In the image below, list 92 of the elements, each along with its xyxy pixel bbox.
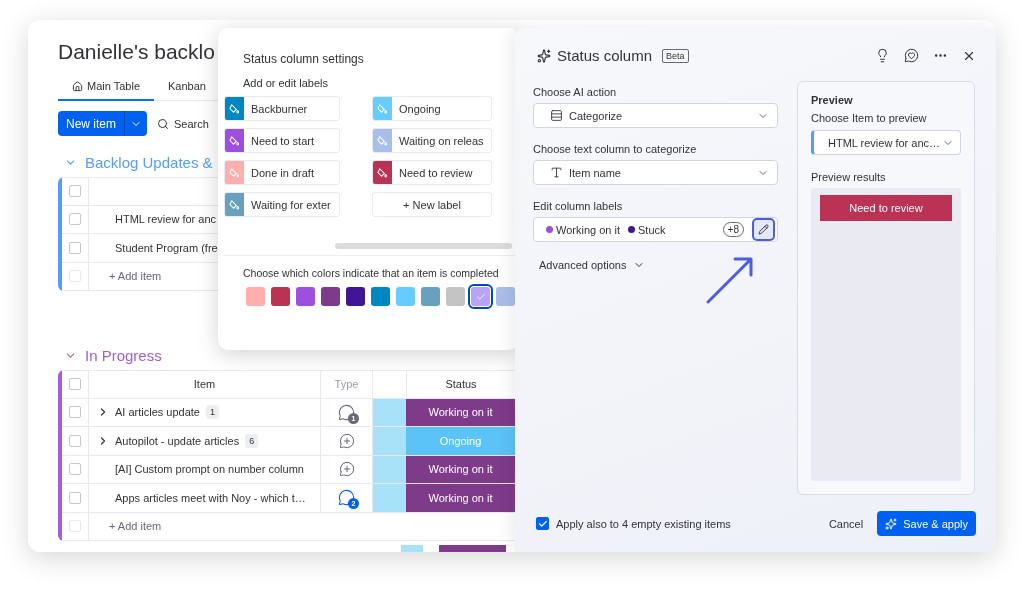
preview-title: Preview (811, 94, 854, 106)
color-swatch[interactable] (471, 287, 490, 306)
color-swatch[interactable] (396, 287, 415, 306)
feedback-icon[interactable] (904, 48, 919, 63)
color-picker-icon[interactable] (373, 129, 392, 152)
view-tab[interactable]: Main Table (58, 76, 154, 101)
search-button[interactable]: Search (153, 117, 213, 130)
new-item-button[interactable]: New item (58, 111, 147, 136)
color-picker-icon[interactable] (373, 161, 392, 184)
status-label-field[interactable]: Waiting for exter (224, 192, 340, 217)
text-icon (550, 166, 563, 179)
labels-field[interactable]: Working on it Stuck +8 (533, 217, 778, 242)
status-label-field[interactable]: Need to review (372, 160, 492, 185)
color-swatch[interactable] (296, 287, 315, 306)
status-label-field[interactable]: Ongoing (372, 96, 492, 121)
item-name: Apps articles meet with Noy - which t… (115, 491, 306, 504)
column-header: Item (88, 371, 320, 398)
add-item-link[interactable]: + Add item (109, 520, 162, 533)
preview-item-dropdown[interactable]: HTML review for anc… (811, 130, 961, 155)
field-label: Choose AI action (533, 86, 618, 98)
item-name: Autopilot - update articles (115, 434, 240, 447)
checkbox[interactable] (69, 213, 81, 226)
dropdown[interactable]: Item name (533, 160, 778, 185)
checkbox-label: Apply also to 4 empty existing items (556, 517, 731, 530)
color-swatch[interactable] (246, 287, 265, 306)
popover-subtitle: Add or edit labels (243, 77, 329, 89)
item-name: HTML review for anc (115, 213, 217, 226)
add-item-link[interactable]: + Add item (109, 270, 162, 283)
pencil-icon (758, 224, 769, 235)
color-swatch[interactable] (496, 287, 515, 306)
checkbox[interactable] (536, 517, 549, 530)
beta-badge: Beta (662, 48, 689, 63)
field-label: Edit column labels (533, 200, 624, 212)
status-label-field[interactable]: Backburner (224, 96, 340, 121)
color-picker-icon[interactable] (225, 129, 244, 152)
checkbox[interactable] (69, 491, 81, 504)
add-update-icon[interactable] (338, 432, 355, 449)
status-chip: Need to review (820, 195, 952, 221)
status-label-field[interactable]: Done in draft (224, 160, 340, 185)
color-picker-icon[interactable] (225, 97, 244, 120)
status-cell: Working on it (406, 484, 515, 512)
dropdown[interactable]: Categorize (533, 103, 778, 128)
add-update-icon[interactable] (338, 461, 355, 478)
color-swatch[interactable] (371, 287, 390, 306)
checkbox[interactable] (69, 434, 81, 447)
group-title: In Progress (85, 347, 162, 364)
color-swatch[interactable] (421, 287, 440, 306)
panel-title: Status column (557, 47, 653, 64)
lightbulb-icon[interactable] (875, 48, 890, 63)
edit-button[interactable] (752, 218, 775, 241)
checkbox[interactable] (69, 378, 81, 391)
color-swatch[interactable] (446, 287, 465, 306)
advanced-options-toggle[interactable]: Advanced options (539, 259, 778, 271)
subitem-count: 1 (206, 405, 219, 420)
label-chip: Stuck (628, 223, 666, 236)
status-cell: Working on it (406, 455, 515, 483)
label-chip: Working on it (546, 223, 620, 236)
board-title: Danielle's backlo (58, 40, 215, 64)
item-name: [AI] Custom prompt on number column (115, 463, 304, 476)
subitem-count: 6 (245, 433, 259, 448)
checkbox[interactable] (69, 241, 81, 254)
group-title: Backlog Updates & (85, 154, 213, 171)
checkbox[interactable] (69, 463, 81, 476)
column-header: Type (320, 371, 372, 398)
status-cell: Ongoing (406, 427, 515, 455)
cancel-button[interactable]: Cancel (820, 511, 872, 536)
status-label-field[interactable]: Waiting on releas (372, 128, 492, 153)
color-picker-icon[interactable] (225, 161, 244, 184)
color-picker-icon[interactable] (225, 193, 244, 216)
list-icon (550, 109, 563, 122)
color-swatch[interactable] (321, 287, 340, 306)
completion-prompt: Choose which colors indicate that an item is completed (243, 266, 500, 281)
popover-title: Status column settings (243, 52, 365, 66)
item-name: Student Program (fre (115, 241, 218, 254)
new-label-button[interactable]: + New label (372, 192, 492, 217)
color-swatch[interactable] (346, 287, 365, 306)
color-picker-icon[interactable] (373, 97, 392, 120)
status-cell: Working on it (406, 398, 515, 426)
checkbox[interactable] (69, 406, 81, 419)
color-swatch[interactable] (271, 287, 290, 306)
item-name: AI articles update (115, 406, 200, 419)
sparkle-icon (885, 517, 898, 530)
save-apply-button[interactable]: Save & apply (877, 511, 976, 536)
field-label: Choose Item to preview (811, 112, 928, 124)
checkbox[interactable] (69, 185, 81, 198)
status-label-field[interactable]: Need to start (224, 128, 340, 153)
view-tab[interactable]: Kanban (154, 76, 220, 101)
search-icon (157, 117, 169, 130)
field-label: Choose text column to categorize (533, 143, 698, 155)
sparkle-icon (537, 48, 551, 63)
home-icon (72, 80, 83, 92)
field-label: Preview results (811, 171, 887, 183)
